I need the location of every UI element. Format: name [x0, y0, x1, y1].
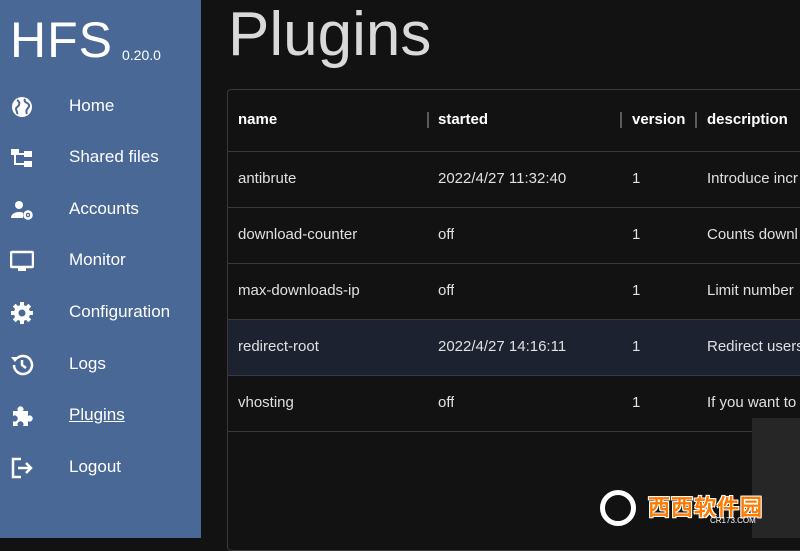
cell-name: download-counter	[238, 226, 358, 243]
watermark-subtext: CR173.COM	[710, 516, 756, 525]
sidebar-item-monitor[interactable]: Monitor	[0, 235, 201, 285]
account-gear-icon	[10, 198, 34, 222]
column-separator[interactable]	[620, 112, 622, 128]
table-row[interactable]: max-downloads-ip off 1 Limit number	[228, 264, 800, 320]
cell-started: off	[438, 226, 455, 243]
table-row[interactable]: antibrute 2022/4/27 11:32:40 1 Introduce…	[228, 152, 800, 208]
cell-version: 1	[632, 394, 641, 411]
column-header-started[interactable]: started	[438, 111, 488, 128]
cell-started: off	[438, 282, 455, 299]
watermark-c-icon	[600, 490, 636, 526]
file-tree-icon	[10, 146, 34, 170]
sidebar-item-configuration[interactable]: Configuration	[0, 287, 201, 337]
sidebar-item-label: Configuration	[69, 302, 171, 321]
app-name: HFS	[10, 12, 113, 68]
sidebar-item-plugins[interactable]: Plugins	[0, 390, 201, 440]
cell-name: vhosting	[238, 394, 294, 411]
column-separator[interactable]	[695, 112, 697, 128]
column-header-description[interactable]: description	[707, 111, 800, 128]
history-icon	[10, 353, 34, 377]
table-row[interactable]: vhosting off 1 If you want to	[228, 376, 800, 432]
column-header-name[interactable]: name	[238, 111, 277, 128]
cell-started: 2022/4/27 11:32:40	[438, 170, 567, 187]
cell-version: 1	[632, 226, 641, 243]
cell-name: antibrute	[238, 170, 297, 187]
sidebar-item-label: Shared files	[69, 147, 159, 166]
sidebar-item-label: Home	[69, 96, 115, 115]
cell-version: 1	[632, 170, 641, 187]
sidebar-item-home[interactable]: Home	[0, 81, 201, 131]
app-version: 0.20.0	[122, 47, 161, 63]
column-header-version[interactable]: version	[632, 111, 685, 128]
table-row[interactable]: redirect-root 2022/4/27 14:16:11 1 Redir…	[228, 320, 800, 376]
cell-description: Redirect users	[707, 338, 800, 355]
logout-icon	[10, 456, 34, 480]
sidebar-item-label: Logout	[69, 457, 121, 476]
cell-name: max-downloads-ip	[238, 282, 360, 299]
plugins-table: name started version description antibru…	[227, 89, 800, 551]
monitor-icon	[10, 249, 34, 273]
puzzle-icon	[10, 404, 34, 428]
cell-started: 2022/4/27 14:16:11	[438, 338, 567, 355]
gear-icon	[10, 301, 34, 325]
sidebar-item-logs[interactable]: Logs	[0, 339, 201, 389]
cell-description: Counts downl	[707, 226, 798, 243]
sidebar: HFS 0.20.0 Home Shared files Accounts Mo…	[0, 0, 201, 538]
sidebar-item-label: Logs	[69, 354, 106, 373]
globe-icon	[10, 95, 34, 119]
sidebar-item-logout[interactable]: Logout	[0, 442, 201, 492]
cell-version: 1	[632, 282, 641, 299]
cell-description: Introduce incr	[707, 170, 798, 187]
cell-description: Limit number	[707, 282, 794, 299]
column-separator[interactable]	[427, 112, 429, 128]
cell-version: 1	[632, 338, 641, 355]
cell-started: off	[438, 394, 455, 411]
table-header: name started version description	[228, 90, 800, 152]
sidebar-item-label: Accounts	[69, 199, 139, 218]
watermark-logo: 西西软件园 CR173.COM	[600, 488, 780, 528]
sidebar-item-label: Plugins	[69, 405, 125, 424]
cell-name: redirect-root	[238, 338, 319, 355]
sidebar-item-shared-files[interactable]: Shared files	[0, 132, 201, 182]
cell-description: If you want to	[707, 394, 797, 411]
sidebar-item-accounts[interactable]: Accounts	[0, 184, 201, 234]
table-row[interactable]: download-counter off 1 Counts downl	[228, 208, 800, 264]
sidebar-item-label: Monitor	[69, 250, 126, 269]
page-title: Plugins	[228, 0, 432, 69]
